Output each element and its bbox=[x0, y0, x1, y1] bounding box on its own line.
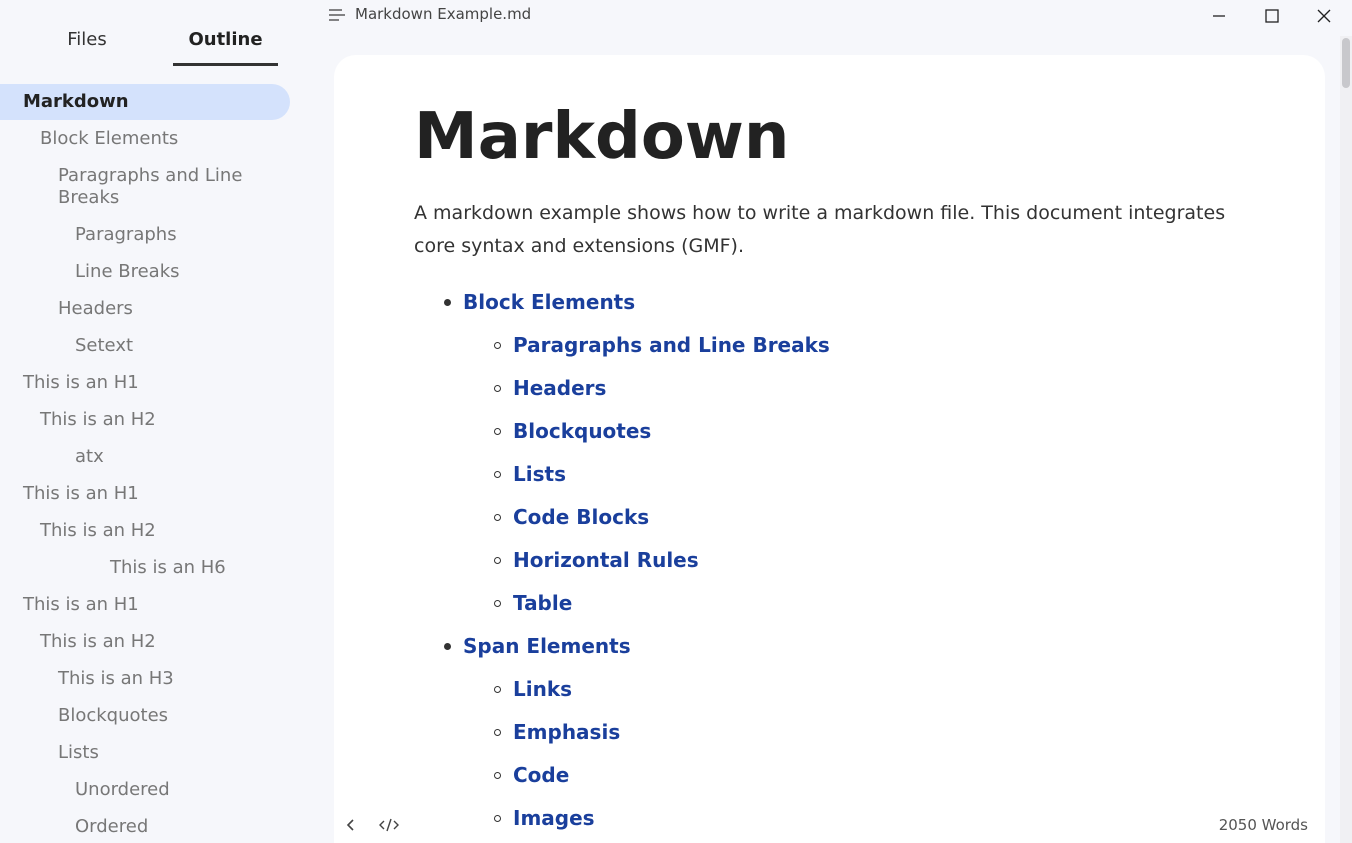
document-title: Markdown Example.md bbox=[355, 5, 532, 23]
toc-link-code-blocks[interactable]: Code Blocks bbox=[513, 504, 649, 530]
bullet-circle bbox=[494, 557, 501, 564]
outline-item-label: Markdown bbox=[23, 91, 129, 112]
bullet-circle bbox=[494, 772, 501, 779]
outline-item-label: This is an H2 bbox=[40, 631, 156, 652]
toc-link-lists[interactable]: Lists bbox=[513, 461, 566, 487]
scrollbar-track[interactable] bbox=[1340, 36, 1352, 843]
app-window: Files Outline Markdown Block Elements Pa… bbox=[0, 0, 1352, 843]
close-icon[interactable] bbox=[1312, 4, 1336, 28]
tab-outline-label: Outline bbox=[188, 29, 263, 50]
outline-list: Markdown Block Elements Paragraphs and L… bbox=[0, 84, 300, 843]
title-bar: Markdown Example.md bbox=[300, 0, 1352, 36]
document-heading: Markdown bbox=[414, 100, 790, 174]
active-tab-indicator bbox=[173, 63, 278, 66]
outline-item-setext[interactable]: Setext bbox=[0, 335, 290, 357]
editor-pane[interactable]: Markdown A markdown example shows how to… bbox=[334, 55, 1325, 843]
bullet-circle bbox=[494, 385, 501, 392]
word-count[interactable]: 2050 Words bbox=[1190, 816, 1308, 834]
document-intro: A markdown example shows how to write a … bbox=[414, 202, 1226, 257]
bullet-circle bbox=[494, 514, 501, 521]
bullet-circle bbox=[494, 815, 501, 822]
outline-item-block-elements[interactable]: Block Elements bbox=[0, 128, 290, 150]
outline-item-h1[interactable]: This is an H1 bbox=[0, 594, 290, 616]
outline-item-label: Paragraphs and Line Breaks bbox=[58, 165, 243, 208]
maximize-icon[interactable] bbox=[1260, 4, 1284, 28]
outline-item-label: Line Breaks bbox=[75, 261, 180, 282]
toc-link-block-elements[interactable]: Block Elements bbox=[463, 289, 635, 315]
outline-item-paragraphs[interactable]: Paragraphs bbox=[0, 224, 290, 246]
outline-item-h6[interactable]: This is an H6 bbox=[0, 557, 290, 579]
toc-link-blockquotes[interactable]: Blockquotes bbox=[513, 418, 651, 444]
outline-item-lists[interactable]: Lists bbox=[0, 742, 290, 764]
toc-link-images[interactable]: Images bbox=[513, 805, 595, 831]
toc-link-span-elements[interactable]: Span Elements bbox=[463, 633, 631, 659]
bullet-circle bbox=[494, 342, 501, 349]
outline-item-paragraphs-and-line-breaks[interactable]: Paragraphs and Line Breaks bbox=[0, 165, 258, 209]
outline-item-label: This is an H1 bbox=[23, 483, 139, 504]
outline-item-h1[interactable]: This is an H1 bbox=[0, 372, 290, 394]
outline-item-label: This is an H2 bbox=[40, 520, 156, 541]
outline-item-label: Block Elements bbox=[40, 128, 179, 149]
bullet-circle bbox=[494, 729, 501, 736]
chevron-left-icon[interactable] bbox=[342, 815, 360, 835]
toc-link-horizontal-rules[interactable]: Horizontal Rules bbox=[513, 547, 699, 573]
outline-item-label: Unordered bbox=[75, 779, 170, 800]
outline-item-unordered[interactable]: Unordered bbox=[0, 779, 290, 801]
bullet-circle bbox=[494, 600, 501, 607]
outline-item-headers[interactable]: Headers bbox=[0, 298, 290, 320]
outline-item-label: atx bbox=[75, 446, 104, 467]
bullet-circle bbox=[494, 471, 501, 478]
toc-link-table[interactable]: Table bbox=[513, 590, 572, 616]
outline-item-h2[interactable]: This is an H2 bbox=[0, 631, 290, 653]
outline-item-label: Headers bbox=[58, 298, 133, 319]
tab-files[interactable]: Files bbox=[46, 29, 128, 59]
outline-item-markdown[interactable]: Markdown bbox=[0, 84, 290, 120]
outline-item-line-breaks[interactable]: Line Breaks bbox=[0, 261, 290, 283]
toc-link-headers[interactable]: Headers bbox=[513, 375, 606, 401]
sidebar: Files Outline Markdown Block Elements Pa… bbox=[0, 0, 300, 843]
outline-item-h2[interactable]: This is an H2 bbox=[0, 520, 290, 542]
outline-item-label: This is an H1 bbox=[23, 594, 139, 615]
outline-item-atx[interactable]: atx bbox=[0, 446, 290, 468]
toc-link-code[interactable]: Code bbox=[513, 762, 569, 788]
bullet-circle bbox=[494, 686, 501, 693]
outline-item-h1[interactable]: This is an H1 bbox=[0, 483, 290, 505]
toc-link-links[interactable]: Links bbox=[513, 676, 572, 702]
outline-item-h3[interactable]: This is an H3 bbox=[0, 668, 290, 690]
minimize-icon[interactable] bbox=[1207, 4, 1231, 28]
code-icon[interactable] bbox=[376, 815, 402, 835]
outline-item-label: Ordered bbox=[75, 816, 149, 837]
bullet-disc bbox=[444, 299, 451, 306]
outline-item-h2[interactable]: This is an H2 bbox=[0, 409, 290, 431]
toc-link-emphasis[interactable]: Emphasis bbox=[513, 719, 620, 745]
menu-icon[interactable] bbox=[328, 8, 346, 22]
outline-item-label: This is an H6 bbox=[110, 557, 226, 578]
tab-outline[interactable]: Outline bbox=[173, 29, 278, 66]
outline-item-label: Paragraphs bbox=[75, 224, 177, 245]
outline-item-label: Lists bbox=[58, 742, 99, 763]
sidebar-tabs: Files Outline bbox=[0, 24, 300, 68]
outline-item-label: Blockquotes bbox=[58, 705, 169, 726]
bullet-circle bbox=[494, 428, 501, 435]
outline-item-label: This is an H3 bbox=[58, 668, 174, 689]
toc-link-paragraphs-and-line-breaks[interactable]: Paragraphs and Line Breaks bbox=[513, 332, 830, 358]
scrollbar-thumb[interactable] bbox=[1342, 38, 1350, 88]
bullet-disc bbox=[444, 643, 451, 650]
outline-item-blockquotes[interactable]: Blockquotes bbox=[0, 705, 290, 727]
outline-item-ordered[interactable]: Ordered bbox=[0, 816, 290, 838]
outline-item-label: This is an H1 bbox=[23, 372, 139, 393]
outline-item-label: This is an H2 bbox=[40, 409, 156, 430]
outline-item-label: Setext bbox=[75, 335, 134, 356]
